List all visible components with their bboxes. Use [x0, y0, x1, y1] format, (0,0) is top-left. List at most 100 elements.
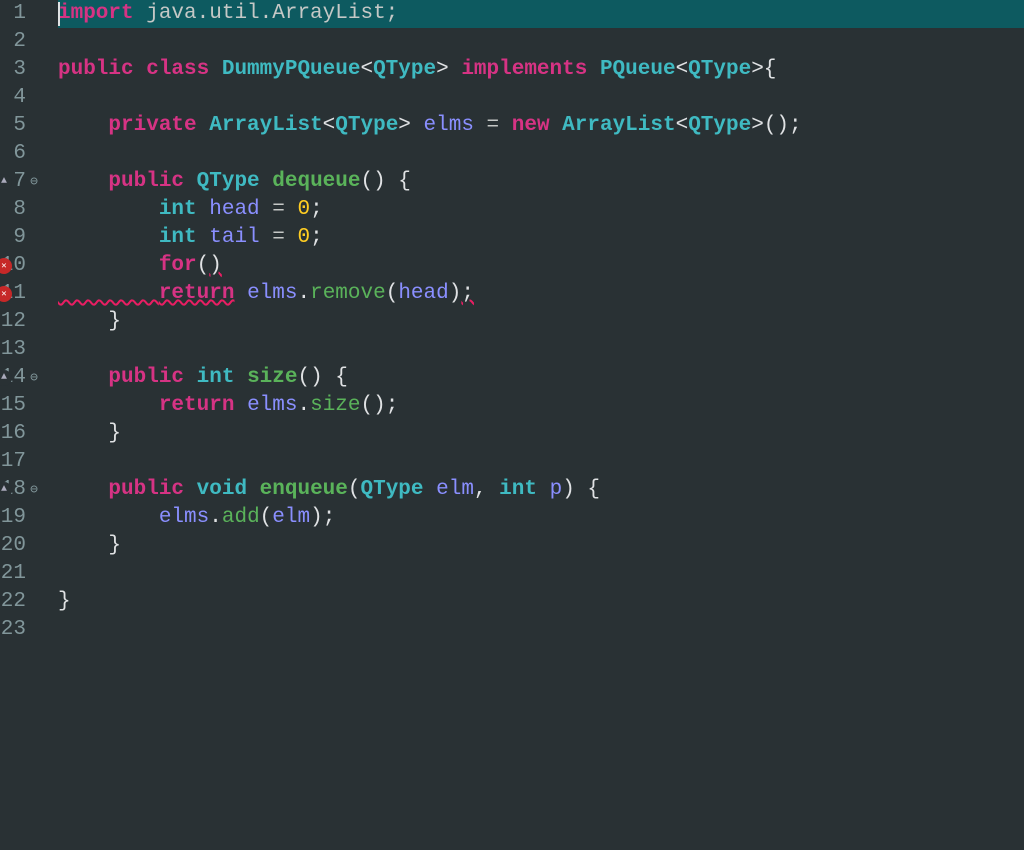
code-line[interactable]: [58, 616, 1024, 644]
gutter-line[interactable]: 23: [0, 616, 40, 644]
code-token: elms: [247, 282, 297, 305]
code-line[interactable]: [58, 84, 1024, 112]
line-number: 21: [1, 560, 26, 588]
code-token: public: [58, 58, 146, 81]
code-token: private: [108, 114, 209, 137]
code-line[interactable]: return elms.size();: [58, 392, 1024, 420]
code-token: QType: [373, 58, 436, 81]
code-line[interactable]: [58, 560, 1024, 588]
code-token: elm: [272, 506, 310, 529]
code-token: [449, 58, 462, 81]
code-editor[interactable]: 1234567⊖891011121314⊖15161718⊖1920212223…: [0, 0, 1024, 850]
code-token: >: [436, 58, 449, 81]
code-token: elms: [159, 506, 209, 529]
code-token: QType: [361, 478, 424, 501]
line-gutter: 1234567⊖891011121314⊖15161718⊖1920212223: [0, 0, 48, 850]
gutter-line[interactable]: 18⊖: [0, 476, 40, 504]
gutter-line[interactable]: 15: [0, 392, 40, 420]
gutter-line[interactable]: 22: [0, 588, 40, 616]
line-number: 22: [1, 588, 26, 616]
code-token: class: [146, 58, 222, 81]
code-line[interactable]: public int size() {: [58, 364, 1024, 392]
line-number: 23: [1, 616, 26, 644]
gutter-line[interactable]: 13: [0, 336, 40, 364]
line-number: 9: [13, 224, 26, 252]
code-token: implements: [461, 58, 600, 81]
code-line[interactable]: }: [58, 532, 1024, 560]
code-line[interactable]: public void enqueue(QType elm, int p) {: [58, 476, 1024, 504]
gutter-line[interactable]: 21: [0, 560, 40, 588]
code-token: }: [58, 590, 71, 613]
code-token: [234, 282, 247, 305]
gutter-line[interactable]: 1: [0, 0, 40, 28]
gutter-line[interactable]: 4: [0, 84, 40, 112]
gutter-line[interactable]: 2: [0, 28, 40, 56]
code-token: QType: [688, 114, 751, 137]
gutter-line[interactable]: 12: [0, 308, 40, 336]
gutter-line[interactable]: 3: [0, 56, 40, 84]
code-line[interactable]: private ArrayList<QType> elms = new Arra…: [58, 112, 1024, 140]
code-line[interactable]: }: [58, 420, 1024, 448]
code-line[interactable]: int tail = 0;: [58, 224, 1024, 252]
code-token: [58, 422, 108, 445]
code-area[interactable]: import java.util.ArrayList; public class …: [48, 0, 1024, 850]
code-token: [411, 114, 424, 137]
gutter-line[interactable]: 14⊖: [0, 364, 40, 392]
code-token: ();: [361, 394, 399, 417]
gutter-line[interactable]: 16: [0, 420, 40, 448]
code-token: <: [676, 114, 689, 137]
code-token: [537, 478, 550, 501]
code-token: ArrayList: [562, 114, 675, 137]
gutter-line[interactable]: 6: [0, 140, 40, 168]
gutter-line[interactable]: 17: [0, 448, 40, 476]
code-token: head: [398, 282, 448, 305]
gutter-line[interactable]: 8: [0, 196, 40, 224]
code-line[interactable]: import java.util.ArrayList;: [58, 0, 1024, 28]
code-line[interactable]: public class DummyPQueue<QType> implemen…: [58, 56, 1024, 84]
gutter-line[interactable]: 7⊖: [0, 168, 40, 196]
line-number: 20: [1, 532, 26, 560]
code-token: PQueue: [600, 58, 676, 81]
code-token: size: [247, 366, 297, 389]
code-line[interactable]: [58, 448, 1024, 476]
gutter-line[interactable]: 10: [0, 252, 40, 280]
code-line[interactable]: [58, 336, 1024, 364]
code-line[interactable]: return elms.remove(head);: [58, 280, 1024, 308]
line-number: 6: [13, 140, 26, 168]
code-line[interactable]: }: [58, 308, 1024, 336]
code-line[interactable]: public QType dequeue() {: [58, 168, 1024, 196]
fold-icon[interactable]: ⊖: [28, 168, 40, 196]
gutter-line[interactable]: 20: [0, 532, 40, 560]
code-token: QType: [335, 114, 398, 137]
override-icon[interactable]: [0, 174, 12, 190]
code-token: {: [764, 58, 777, 81]
code-token: import: [58, 2, 134, 25]
gutter-line[interactable]: 9: [0, 224, 40, 252]
code-line[interactable]: }: [58, 588, 1024, 616]
line-number: 7: [13, 168, 26, 196]
code-token: for: [159, 254, 197, 277]
gutter-line[interactable]: 19: [0, 504, 40, 532]
gutter-line[interactable]: 5: [0, 112, 40, 140]
code-token: int: [197, 366, 235, 389]
code-token: (: [386, 282, 399, 305]
line-number: 16: [1, 420, 26, 448]
fold-icon[interactable]: ⊖: [28, 364, 40, 392]
code-line[interactable]: [58, 140, 1024, 168]
code-line[interactable]: for(): [58, 252, 1024, 280]
code-token: [58, 198, 159, 221]
code-token: elms: [247, 394, 297, 417]
code-token: }: [108, 422, 121, 445]
code-token: (: [197, 254, 210, 277]
code-token: >: [398, 114, 411, 137]
cursor-icon: [58, 2, 60, 26]
code-token: [58, 394, 159, 417]
code-line[interactable]: elms.add(elm);: [58, 504, 1024, 532]
code-line[interactable]: int head = 0;: [58, 196, 1024, 224]
code-token: java.util.ArrayList;: [134, 2, 399, 25]
code-token: p: [550, 478, 563, 501]
fold-icon[interactable]: ⊖: [28, 476, 40, 504]
code-line[interactable]: [58, 28, 1024, 56]
gutter-line[interactable]: 11: [0, 280, 40, 308]
code-token: QType: [688, 58, 751, 81]
